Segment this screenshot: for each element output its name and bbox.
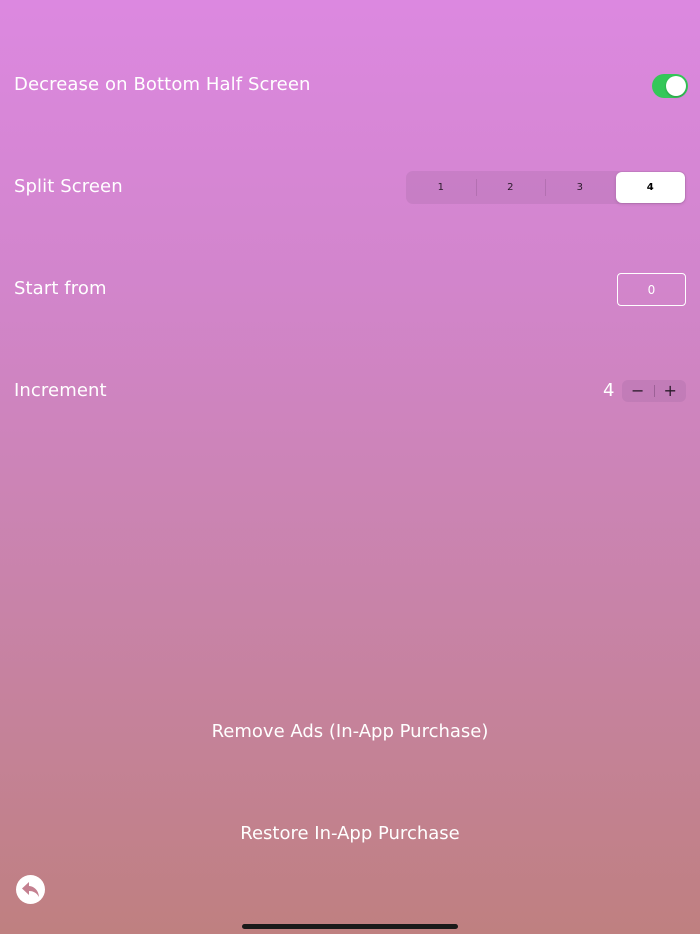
- start-from-input[interactable]: 0: [617, 273, 686, 306]
- split-screen-segment-4[interactable]: 4: [615, 172, 685, 203]
- remove-ads-button[interactable]: Remove Ads (In-App Purchase): [0, 721, 700, 742]
- restore-purchase-button[interactable]: Restore In-App Purchase: [0, 823, 700, 844]
- start-from-label: Start from: [14, 278, 107, 299]
- split-screen-segment-2[interactable]: 2: [475, 171, 546, 204]
- back-button[interactable]: [16, 875, 45, 904]
- decrease-bottom-half-toggle[interactable]: [652, 74, 688, 98]
- split-screen-segmented-control[interactable]: 1 2 3 4: [406, 171, 686, 204]
- split-screen-segment-1[interactable]: 1: [406, 171, 476, 204]
- decrement-button[interactable]: −: [622, 380, 654, 402]
- decrease-bottom-half-label: Decrease on Bottom Half Screen: [14, 74, 311, 95]
- home-indicator: [242, 924, 458, 929]
- increment-stepper[interactable]: − +: [622, 380, 686, 402]
- split-screen-segment-3[interactable]: 3: [545, 171, 615, 204]
- increment-button[interactable]: +: [655, 380, 687, 402]
- toggle-knob: [666, 76, 686, 96]
- increment-value: 4: [603, 380, 615, 401]
- back-arrow-icon: [21, 881, 39, 897]
- split-screen-label: Split Screen: [14, 176, 123, 197]
- increment-label: Increment: [14, 380, 107, 401]
